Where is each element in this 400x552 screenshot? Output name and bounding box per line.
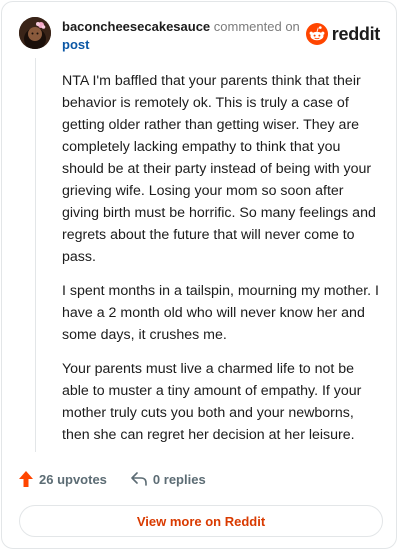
reddit-logo[interactable]: reddit <box>305 23 381 45</box>
comment-paragraph: I spent months in a tailspin, mourning m… <box>62 283 380 343</box>
view-more-button[interactable]: View more on Reddit <box>19 505 383 537</box>
upvote-arrow-icon <box>19 471 33 487</box>
comment-header: baconcheesecakesauce commented on post <box>62 18 302 54</box>
comment-footer: 26 upvotes 0 replies <box>19 471 230 487</box>
reddit-wordmark: reddit <box>331 23 381 44</box>
action-text: commented on <box>213 19 300 34</box>
reply-arrow-icon <box>131 472 147 486</box>
reply-stat[interactable]: 0 replies <box>131 472 206 487</box>
post-link[interactable]: post <box>62 36 302 54</box>
upvote-stat[interactable]: 26 upvotes <box>19 471 107 487</box>
comment-paragraph: NTA I'm baffled that your parents think … <box>62 73 376 265</box>
upvotes-count: 26 upvotes <box>39 471 107 487</box>
comment-card: baconcheesecakesauce commented on post r… <box>1 1 397 549</box>
comment-paragraph: Your parents must live a charmed life to… <box>62 361 362 443</box>
replies-count: 0 replies <box>152 471 206 487</box>
comment-body: NTA I'm baffled that your parents think … <box>62 70 384 458</box>
reddit-snoo-icon <box>305 23 328 45</box>
user-avatar[interactable] <box>19 17 51 49</box>
thread-line <box>35 58 36 452</box>
username-link[interactable]: baconcheesecakesauce <box>62 19 210 34</box>
